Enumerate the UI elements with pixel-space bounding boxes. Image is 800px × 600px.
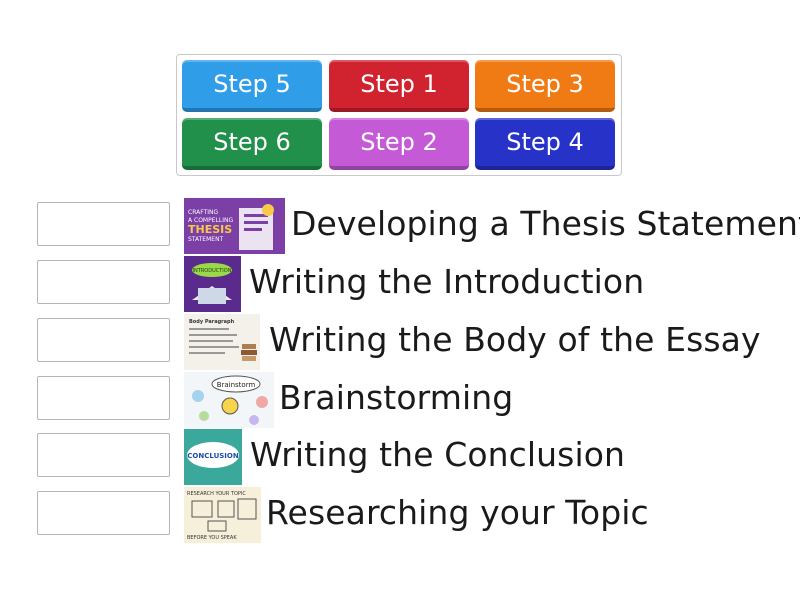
- row-label: Writing the Introduction: [249, 262, 645, 301]
- tile-step-3[interactable]: Step 3: [475, 60, 615, 112]
- conclusion-image: CONCLUSION: [184, 429, 242, 485]
- tile-step-6[interactable]: Step 6: [182, 118, 322, 170]
- tile-label: Step 2: [360, 128, 438, 156]
- tile-step-4[interactable]: Step 4: [475, 118, 615, 170]
- row-label: Writing the Conclusion: [250, 435, 626, 474]
- thesis-image: CRAFTING A COMPELLING THESIS STATEMENT: [184, 198, 285, 254]
- drop-zone[interactable]: [37, 491, 170, 535]
- tile-label: Step 4: [506, 128, 584, 156]
- tile-label: Step 6: [213, 128, 291, 156]
- introduction-image: INTRODUCTION: [184, 256, 241, 312]
- tile-label: Step 5: [213, 70, 291, 98]
- tile-label: Step 1: [360, 70, 438, 98]
- tile-step-1[interactable]: Step 1: [329, 60, 469, 112]
- tile-step-2[interactable]: Step 2: [329, 118, 469, 170]
- brainstorm-image: Brainstorm: [184, 372, 274, 428]
- research-image-text: BEFORE YOU SPEAK: [187, 535, 237, 541]
- row-label: Brainstorming: [279, 378, 514, 417]
- drop-zone[interactable]: [37, 376, 170, 420]
- activity-stage: Step 5 Step 1 Step 3 Step 6 Step 2 Step …: [0, 0, 800, 600]
- tile-label: Step 3: [506, 70, 584, 98]
- introduction-image-text: INTRODUCTION: [193, 268, 232, 274]
- brainstorm-image-text: Brainstorm: [217, 381, 256, 389]
- thesis-image-text: CRAFTING: [188, 209, 218, 216]
- row-label: Writing the Body of the Essay: [269, 320, 761, 359]
- row-label: Researching your Topic: [266, 493, 649, 532]
- drop-zone[interactable]: [37, 202, 170, 246]
- research-image-text: RESEARCH YOUR TOPIC: [187, 491, 246, 497]
- drop-zone[interactable]: [37, 318, 170, 362]
- drop-zone[interactable]: [37, 433, 170, 477]
- drop-zone[interactable]: [37, 260, 170, 304]
- body-image-text: Body Paragraph: [189, 319, 235, 325]
- conclusion-image-text: CONCLUSION: [187, 452, 239, 460]
- thesis-image-text: STATEMENT: [188, 236, 224, 243]
- body-paragraph-image: Body Paragraph: [184, 314, 260, 370]
- tile-bank: Step 5 Step 1 Step 3 Step 6 Step 2 Step …: [176, 54, 622, 176]
- research-image: RESEARCH YOUR TOPIC BEFORE YOU SPEAK: [184, 487, 261, 543]
- tile-step-5[interactable]: Step 5: [182, 60, 322, 112]
- thesis-image-text: THESIS: [188, 223, 232, 236]
- row-label: Developing a Thesis Statement: [291, 204, 800, 243]
